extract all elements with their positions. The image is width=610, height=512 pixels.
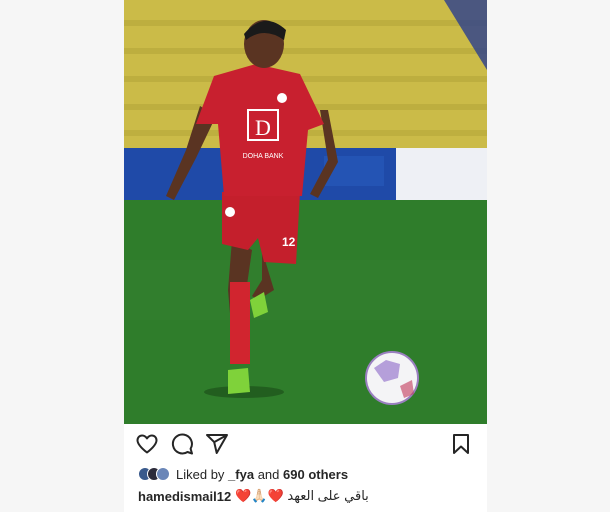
post-caption: hamedismail12 باقي على العهد ❤️🙏🏻❤️ — [138, 487, 478, 505]
likes-summary[interactable]: Liked by _fya and 690 others — [138, 465, 478, 483]
bookmark-icon[interactable] — [449, 432, 473, 456]
post-photo[interactable]: 12 D DOHA BANK — [124, 0, 487, 424]
liker-avatars — [138, 467, 170, 481]
avatar — [156, 467, 170, 481]
shorts-number: 12 — [282, 235, 296, 249]
caption-username[interactable]: hamedismail12 — [138, 489, 231, 504]
instagram-post: 12 D DOHA BANK Liked by _fya and 690 oth… — [124, 0, 487, 512]
post-actions-bar — [124, 424, 487, 464]
caption-text: باقي على العهد ❤️🙏🏻❤️ — [235, 488, 369, 503]
sponsor-logo: D — [255, 115, 271, 140]
heart-outline-icon[interactable] — [135, 432, 159, 456]
football-player-photo: 12 D DOHA BANK — [124, 0, 487, 424]
sponsor-text: DOHA BANK — [243, 153, 284, 160]
paper-plane-icon[interactable] — [205, 432, 229, 456]
likes-prefix: Liked by — [176, 466, 225, 482]
comment-bubble-icon[interactable] — [170, 432, 194, 456]
likes-others-count[interactable]: 690 others — [283, 467, 348, 482]
liker-username[interactable]: _fya — [228, 467, 254, 482]
likes-connector: and — [257, 466, 280, 482]
